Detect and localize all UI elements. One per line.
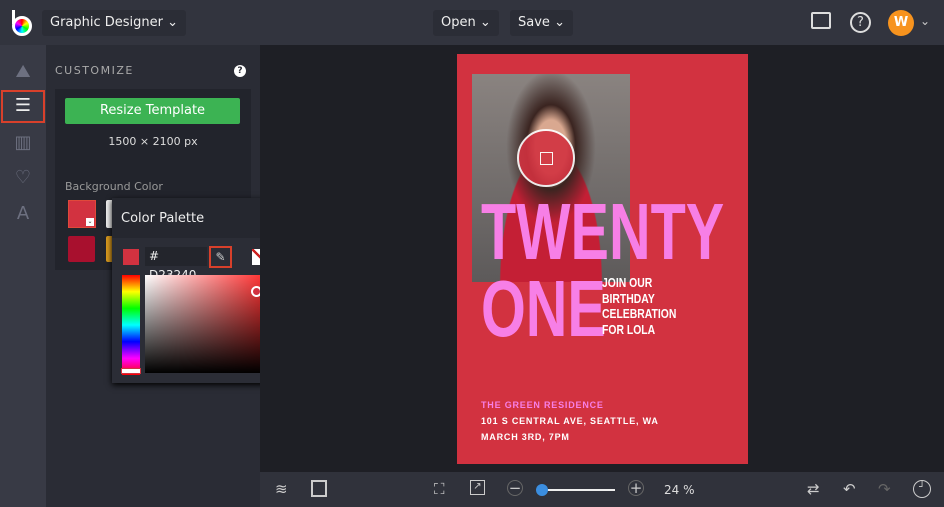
hex-input[interactable]: # D23240: [145, 247, 207, 282]
popup-title: Color Palette: [121, 211, 205, 226]
history-icon[interactable]: ┘: [913, 480, 931, 498]
subtitle-line: BIRTHDAY: [602, 290, 655, 306]
template-size: 1500 × 2100 px: [108, 135, 198, 148]
layers-icon[interactable]: ≋: [275, 480, 288, 498]
layout-icon[interactable]: ▥: [11, 131, 35, 155]
open-label: Open: [441, 15, 476, 30]
save-label: Save: [518, 15, 550, 30]
zoom-level: 24 %: [664, 483, 695, 497]
current-color-swatch: [123, 249, 139, 265]
expand-icon[interactable]: ↗: [470, 480, 485, 495]
resize-template-button[interactable]: Resize Template: [65, 98, 240, 124]
panel-title: CUSTOMIZE: [55, 64, 134, 77]
fit-screen-icon[interactable]: ⛶: [434, 480, 445, 498]
app-logo[interactable]: [12, 10, 34, 36]
comment-icon[interactable]: [811, 12, 831, 29]
eyedropper-icon[interactable]: ✎: [209, 246, 232, 268]
swatch-selected[interactable]: ⌄: [68, 200, 96, 228]
undo-icon[interactable]: ↶: [843, 480, 856, 498]
loupe[interactable]: [517, 129, 575, 187]
save-button[interactable]: Save ⌄: [510, 10, 573, 36]
hue-handle[interactable]: [121, 368, 141, 374]
zoom-in-button[interactable]: +: [628, 480, 644, 496]
subtitle-line: CELEBRATION: [602, 306, 677, 321]
title-line1[interactable]: TWENTY: [481, 192, 724, 272]
customize-icon[interactable]: ☰: [1, 90, 45, 123]
venue[interactable]: THE GREEN RESIDENCE: [481, 400, 604, 410]
hex-prefix: #: [149, 249, 160, 263]
help-icon[interactable]: ?: [234, 65, 246, 77]
image-icon[interactable]: ⛰: [11, 60, 35, 84]
bottom-toolbar: ≋ ⛶ ↗ − + 24 % ⇄ ↶ ↷ ┘: [260, 472, 944, 507]
poster[interactable]: TWENTY ONE JOIN OUR BIRTHDAY CELEBRATION…: [457, 54, 748, 464]
hue-slider[interactable]: [121, 275, 141, 375]
subtitle-line: FOR LOLA: [602, 321, 656, 337]
address[interactable]: 101 S CENTRAL AVE, SEATTLE, WA: [481, 416, 659, 426]
text-icon[interactable]: A: [11, 202, 35, 226]
subtitle[interactable]: JOIN OUR BIRTHDAY CELEBRATION FOR LOLA: [602, 275, 695, 337]
avatar[interactable]: W: [888, 10, 914, 36]
swatch-crimson[interactable]: [68, 236, 95, 262]
template-icon[interactable]: [311, 480, 327, 497]
redo-icon[interactable]: ↷: [878, 480, 891, 498]
heart-icon[interactable]: ♡: [11, 166, 35, 190]
project-name: Graphic Designer: [50, 15, 163, 30]
help-icon[interactable]: ?: [850, 12, 871, 33]
zoom-slider-handle[interactable]: [536, 484, 548, 496]
swap-icon[interactable]: ⇄: [807, 480, 820, 498]
open-button[interactable]: Open ⌄: [433, 10, 499, 36]
subtitle-line: JOIN OUR: [602, 275, 653, 290]
chevron-down-icon: ⌄: [554, 15, 565, 30]
date[interactable]: MARCH 3RD, 7PM: [481, 432, 570, 442]
top-bar: Graphic Designer ⌄ Open ⌄ Save ⌄ ? W ⌄: [0, 0, 944, 45]
background-color-label: Background Color: [65, 180, 163, 193]
title-line2[interactable]: ONE: [481, 269, 606, 349]
project-menu[interactable]: Graphic Designer ⌄: [42, 10, 187, 36]
tool-rail: ⛰ ☰ ▥ ♡ A: [0, 45, 46, 507]
zoom-slider[interactable]: [536, 484, 615, 496]
chevron-down-icon: ⌄: [479, 15, 491, 30]
chevron-down-icon: ⌄: [167, 15, 179, 30]
chevron-down-icon[interactable]: ⌄: [920, 14, 930, 28]
zoom-out-button[interactable]: −: [507, 480, 523, 496]
